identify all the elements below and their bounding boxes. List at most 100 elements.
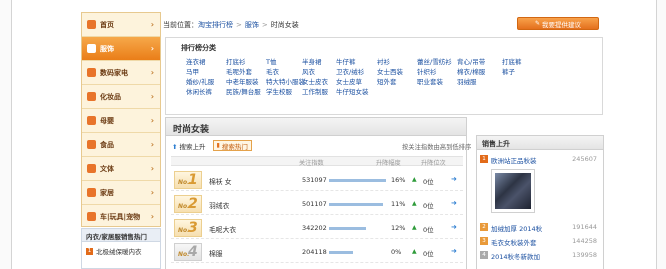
flame-icon: ▮ <box>216 142 220 149</box>
change-percent: 12% <box>391 224 406 232</box>
rank-medal: No. 1 <box>174 171 202 189</box>
ranking-category-link[interactable]: 休闲长裤 <box>186 86 212 96</box>
ranking-category-link[interactable]: 马甲 <box>186 66 199 76</box>
attention-bar <box>329 203 383 206</box>
sales-item-name[interactable]: 毛衣女秋装外套 <box>491 237 537 247</box>
sales-rising-list: 1 欧洲站正品秋装 245607 2 加绒加厚 2014秋 191644 3 毛衣女秋装外套 1… <box>476 150 604 269</box>
chevron-right-icon: › <box>150 140 154 149</box>
ranking-category-link[interactable]: 毛呢外套 <box>226 66 252 76</box>
sidebar-item[interactable]: 化妆品 › <box>82 85 160 109</box>
sales-item[interactable]: 4 2014秋冬新款加 139958 <box>480 250 601 261</box>
sidebar-item[interactable]: 文体 › <box>82 157 160 181</box>
ranking-category-link[interactable]: 短外套 <box>377 76 397 86</box>
sort-note: 按关注指数由高到低排序 <box>402 144 472 151</box>
ranking-category-row: 休闲长裤 民族/舞台服 学生校服 工作制服 牛仔短女装 <box>166 86 604 96</box>
rank-number: 2 <box>188 196 198 212</box>
sidebar-item[interactable]: 家居 › <box>82 181 160 205</box>
ranking-category-row: 马甲 毛呢外套 毛衣 风衣 卫衣/绒衫 女士西装 针织衫 棉衣/棉服 裤子 <box>166 66 604 76</box>
breadcrumb-ranking-link[interactable]: 淘宝排行榜 <box>198 21 233 29</box>
go-arrow-icon[interactable]: ➜ <box>451 223 457 231</box>
sales-item[interactable]: 1 欧洲站正品秋装 245607 <box>480 154 601 165</box>
ranking-category-link[interactable]: 女士西装 <box>377 66 403 76</box>
ranking-category-link[interactable]: 牛仔裤 <box>336 56 356 66</box>
sidebar-item[interactable]: 服饰 › <box>82 37 160 61</box>
ranking-category-link[interactable]: 半身裙 <box>302 56 322 66</box>
keyword-link[interactable]: 棉服 <box>209 248 223 258</box>
sidebar-item[interactable]: 食品 › <box>82 133 160 157</box>
ranking-category-row: 连衣裙 打底衫 T恤 半身裙 牛仔裤 衬衫 蕾丝/雪纺衫 背心/吊带 打底裤 <box>166 56 604 66</box>
tab-search-rising[interactable]: ⬆ 搜索上升 <box>172 141 206 151</box>
clothing-icon <box>87 44 96 53</box>
ranking-category-link[interactable]: 民族/舞台服 <box>226 86 261 96</box>
sidebar-item[interactable]: 车|玩具|宠物 › <box>82 205 160 229</box>
rank-number: 3 <box>188 220 198 236</box>
ranking-category-link[interactable]: 连衣裙 <box>186 56 206 66</box>
sales-item-name[interactable]: 2014秋冬新款加 <box>491 251 540 261</box>
ranking-category-link[interactable]: 衬衫 <box>377 56 390 66</box>
ranking-row[interactable]: No. 3 毛呢大衣 342202 12% ▲ 0位 ➜ <box>171 217 463 239</box>
rank-badge: 1 <box>480 155 488 163</box>
breadcrumb: 当前位置：淘宝排行榜 > 服饰 > 时尚女装 <box>163 20 299 30</box>
go-arrow-icon[interactable]: ➜ <box>451 247 457 255</box>
ranking-category-link[interactable]: 工作制服 <box>302 86 328 96</box>
ranking-category-link[interactable]: 女士皮衣 <box>302 76 328 86</box>
product-thumbnail[interactable] <box>491 169 535 213</box>
sales-item[interactable]: 2 加绒加厚 2014秋 191644 <box>480 222 601 233</box>
ranking-category-link[interactable]: 毛衣 <box>266 66 279 76</box>
ranking-row[interactable]: No. 4 棉服 204118 0% ▲ 0位 ➜ <box>171 241 463 263</box>
ranking-row[interactable]: No. 1 棉袄 女 531097 16% ▲ 0位 ➜ <box>171 169 463 191</box>
sales-item-name[interactable]: 欧洲站正品秋装 <box>491 155 537 165</box>
ranking-category-link[interactable]: 牛仔短女装 <box>336 86 369 96</box>
ranking-category-link[interactable]: 针织衫 <box>417 66 437 76</box>
breadcrumb-clothing-link[interactable]: 服饰 <box>245 21 259 29</box>
ranking-category-link[interactable]: 学生校服 <box>266 86 292 96</box>
sidebar-item-label: 文体 <box>100 164 114 173</box>
keyword-link[interactable]: 羽绒衣 <box>209 200 229 210</box>
ranking-category-link[interactable]: 特大特小服装 <box>266 76 305 86</box>
sidebar-item[interactable]: 母婴 › <box>82 109 160 133</box>
main-list-title: 时尚女装 <box>173 125 210 135</box>
sort-tabs: ⬆ 搜索上升 ▮ 搜索热门 <box>172 140 252 151</box>
ranking-category-link[interactable]: 职业套装 <box>417 76 443 86</box>
ranking-category-link[interactable]: 婚纱/礼服 <box>186 76 214 86</box>
car-icon <box>87 212 96 221</box>
breadcrumb-prefix: 当前位置： <box>163 21 198 29</box>
ranking-category-link[interactable]: 风衣 <box>302 66 315 76</box>
sales-item[interactable]: 3 毛衣女秋装外套 144258 <box>480 236 601 247</box>
sales-item-value: 144258 <box>572 237 597 245</box>
ranking-category-link[interactable]: 背心/吊带 <box>457 56 485 66</box>
ranking-category-link[interactable]: 卫衣/绒衫 <box>336 66 364 76</box>
feedback-button[interactable]: ✎ 我要提供建议 <box>517 17 599 30</box>
sidebar-item-label: 数码家电 <box>100 68 128 77</box>
sales-item-name[interactable]: 加绒加厚 2014秋 <box>491 223 542 233</box>
sidebar-item[interactable]: 数码家电 › <box>82 61 160 85</box>
sidebar-item[interactable]: 首页 › <box>82 13 160 37</box>
ranking-category-link[interactable]: 棉衣/棉服 <box>457 66 485 76</box>
ranking-row[interactable]: No. 2 羽绒衣 501107 11% ▲ 0位 ➜ <box>171 193 463 215</box>
ranking-category-link[interactable]: 羽绒服 <box>457 76 477 86</box>
hot-sales-item[interactable]: 1 北极绒保暖内衣 <box>82 242 160 260</box>
keyword-link[interactable]: 棉袄 女 <box>209 176 232 186</box>
ranking-category-link[interactable]: 中老年服装 <box>226 76 259 86</box>
home-icon <box>87 20 96 29</box>
rank-badge: 1 <box>86 247 93 255</box>
arrow-up-icon: ▲ <box>412 200 417 207</box>
feedback-label: 我要提供建议 <box>542 20 582 29</box>
go-arrow-icon[interactable]: ➜ <box>451 199 457 207</box>
go-arrow-icon[interactable]: ➜ <box>451 175 457 183</box>
ranking-category-link[interactable]: T恤 <box>266 56 276 66</box>
ranking-category-link[interactable]: 裤子 <box>502 66 515 76</box>
ranking-category-link[interactable]: 女士皮草 <box>336 76 362 86</box>
ranking-category-link[interactable]: 打底衫 <box>226 56 246 66</box>
chevron-right-icon: › <box>150 116 154 125</box>
keyword-link[interactable]: 毛呢大衣 <box>209 224 236 234</box>
sidebar-item-label: 家居 <box>100 188 114 197</box>
column-header-rank-change: 升降位次 <box>421 160 446 167</box>
rank-change: 0位 <box>423 202 434 210</box>
main-list: ⬆ 搜索上升 ▮ 搜索热门 按关注指数由高到低排序 关注指数 升降幅度 升降位次 … <box>165 136 471 269</box>
ranking-category-link[interactable]: 打底裤 <box>502 56 522 66</box>
sidebar-item-label: 食品 <box>100 140 114 149</box>
ranking-category-link[interactable]: 蕾丝/雪纺衫 <box>417 56 452 66</box>
tab-search-hot[interactable]: ▮ 搜索热门 <box>212 140 252 151</box>
sales-item-value: 191644 <box>572 223 597 231</box>
